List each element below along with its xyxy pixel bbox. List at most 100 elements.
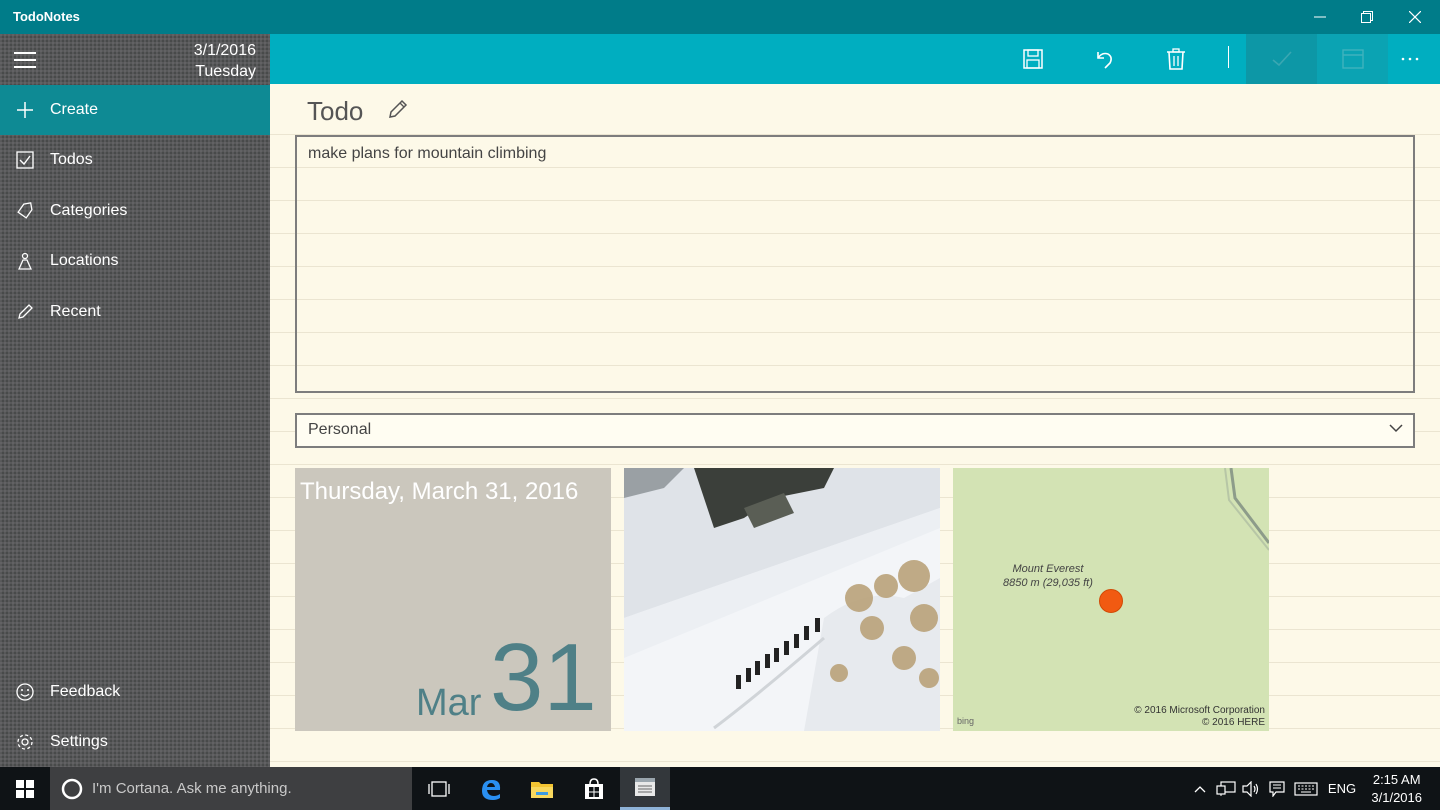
toolbar-separator <box>1228 46 1229 68</box>
sidebar-item-categories[interactable]: Categories <box>0 186 270 236</box>
chevron-down-icon <box>1389 424 1403 433</box>
delete-icon <box>1166 48 1185 70</box>
sidebar-item-label: Locations <box>50 252 119 269</box>
touch-keyboard-button[interactable] <box>1292 767 1320 810</box>
store-icon <box>585 777 603 799</box>
bing-logo: bing <box>957 716 975 726</box>
gear-icon <box>15 732 35 752</box>
notification-icon <box>1269 780 1285 797</box>
sidebar-item-feedback[interactable]: Feedback <box>0 667 270 717</box>
hamburger-menu-icon[interactable] <box>14 52 36 68</box>
category-select[interactable]: Personal <box>295 413 1415 448</box>
map-place-name: Mount Everest <box>1012 563 1084 575</box>
page-title: Todo <box>307 96 364 126</box>
close-icon <box>1409 11 1421 23</box>
clock-time: 2:15 AM <box>1372 772 1421 787</box>
check-icon <box>1271 51 1292 67</box>
sidebar-item-label: Create <box>50 101 99 118</box>
location-map[interactable]: Mount Everest 8850 m (29,035 ft) bing © … <box>953 468 1269 731</box>
restore-icon <box>1361 11 1373 23</box>
sidebar-item-create[interactable]: Create <box>0 85 270 135</box>
volume-icon <box>1242 780 1259 797</box>
chevron-up-icon <box>1194 785 1206 792</box>
attached-photo[interactable] <box>624 468 940 731</box>
note-textarea[interactable]: make plans for mountain climbing <box>295 135 1415 393</box>
edit-pencil-icon <box>389 99 408 118</box>
undo-icon <box>1096 52 1112 69</box>
taskbar: I'm Cortana. Ask me anything. ENG 2:15 A… <box>0 767 1440 810</box>
sidebar-item-locations[interactable]: Locations <box>0 236 270 286</box>
cortana-search-box[interactable]: I'm Cortana. Ask me anything. <box>50 767 412 810</box>
mountain-climbers-image <box>624 468 940 731</box>
minimize-button[interactable] <box>1297 0 1343 34</box>
task-view-icon <box>428 780 450 797</box>
complete-button[interactable] <box>1246 34 1317 84</box>
save-icon <box>1022 49 1043 69</box>
map-copyright-line: © 2016 Microsoft Corporation <box>1134 705 1265 716</box>
sidebar-item-recent[interactable]: Recent <box>0 287 270 337</box>
map-pin-icon <box>1099 589 1123 613</box>
clock-date: 3/1/2016 <box>1371 790 1422 805</box>
calendar-button[interactable] <box>1317 34 1388 84</box>
sidebar-date-value: 3/1/2016 <box>193 42 256 59</box>
sidebar-item-settings[interactable]: Settings <box>0 717 270 767</box>
note-text: make plans for mountain climbing <box>308 145 547 162</box>
folder-icon <box>531 781 553 798</box>
map-place-elevation: 8850 m (29,035 ft) <box>1003 577 1093 589</box>
cortana-placeholder: I'm Cortana. Ask me anything. <box>92 780 292 797</box>
calendar-icon <box>1341 49 1364 69</box>
restore-button[interactable] <box>1344 0 1390 34</box>
sidebar-item-label: Categories <box>50 202 128 219</box>
more-icon <box>1401 57 1418 61</box>
delete-button[interactable] <box>1140 34 1211 84</box>
map-copyright: © 2016 Microsoft Corporation © 2016 HERE <box>1134 705 1265 729</box>
checkbox-icon <box>15 150 35 170</box>
map-place-label: Mount Everest 8850 m (29,035 ft) <box>1003 562 1093 590</box>
sidebar-date: 3/1/2016 Tuesday <box>194 40 256 82</box>
language-indicator[interactable]: ENG <box>1324 767 1360 810</box>
taskbar-clock[interactable]: 2:15 AM 3/1/2016 <box>1371 771 1422 807</box>
network-icon <box>1216 780 1236 796</box>
more-button[interactable] <box>1379 34 1440 84</box>
sidebar-item-todos[interactable]: Todos <box>0 135 270 185</box>
sidebar-item-label: Recent <box>50 303 101 320</box>
file-explorer-button[interactable] <box>517 767 567 810</box>
network-button[interactable] <box>1214 767 1238 810</box>
undo-button[interactable] <box>1068 34 1139 84</box>
windows-logo-icon <box>16 779 34 798</box>
sidebar-item-label: Settings <box>50 733 108 750</box>
plus-icon <box>15 100 35 120</box>
title-bar: TodoNotes <box>0 0 1440 34</box>
todonotes-app-icon <box>635 778 655 796</box>
due-date-day: 31 <box>490 624 597 731</box>
sidebar-item-label: Todos <box>50 151 93 168</box>
edit-title-button[interactable] <box>387 98 409 125</box>
sidebar-item-label: Feedback <box>50 683 121 700</box>
pencil-icon <box>15 302 35 322</box>
app-title: TodoNotes <box>13 9 80 24</box>
store-button[interactable] <box>569 767 619 810</box>
edge-button[interactable] <box>466 767 516 810</box>
sidebar: 3/1/2016 Tuesday Create Todos Categories… <box>0 34 270 767</box>
minimize-icon <box>1314 16 1326 18</box>
location-icon <box>15 251 35 271</box>
save-button[interactable] <box>997 34 1068 84</box>
sidebar-weekday: Tuesday <box>195 63 256 80</box>
start-button[interactable] <box>0 767 50 810</box>
todonotes-taskbar-button[interactable] <box>620 767 670 810</box>
due-date-tile[interactable]: Thursday, March 31, 2016 Mar 31 <box>295 468 611 731</box>
edge-icon <box>482 779 501 800</box>
action-center-button[interactable] <box>1266 767 1288 810</box>
command-bar <box>270 34 1440 84</box>
tag-icon <box>15 201 35 221</box>
map-copyright-line: © 2016 HERE <box>1202 717 1265 728</box>
due-date-month: Mar <box>416 682 482 724</box>
volume-button[interactable] <box>1240 767 1262 810</box>
category-value: Personal <box>308 421 372 438</box>
due-date-full: Thursday, March 31, 2016 <box>300 478 579 505</box>
close-button[interactable] <box>1392 0 1438 34</box>
keyboard-icon <box>1294 781 1318 796</box>
task-view-button[interactable] <box>414 767 464 810</box>
main-content: Todo make plans for mountain climbing Pe… <box>270 84 1440 767</box>
show-hidden-icons-button[interactable] <box>1190 767 1210 810</box>
